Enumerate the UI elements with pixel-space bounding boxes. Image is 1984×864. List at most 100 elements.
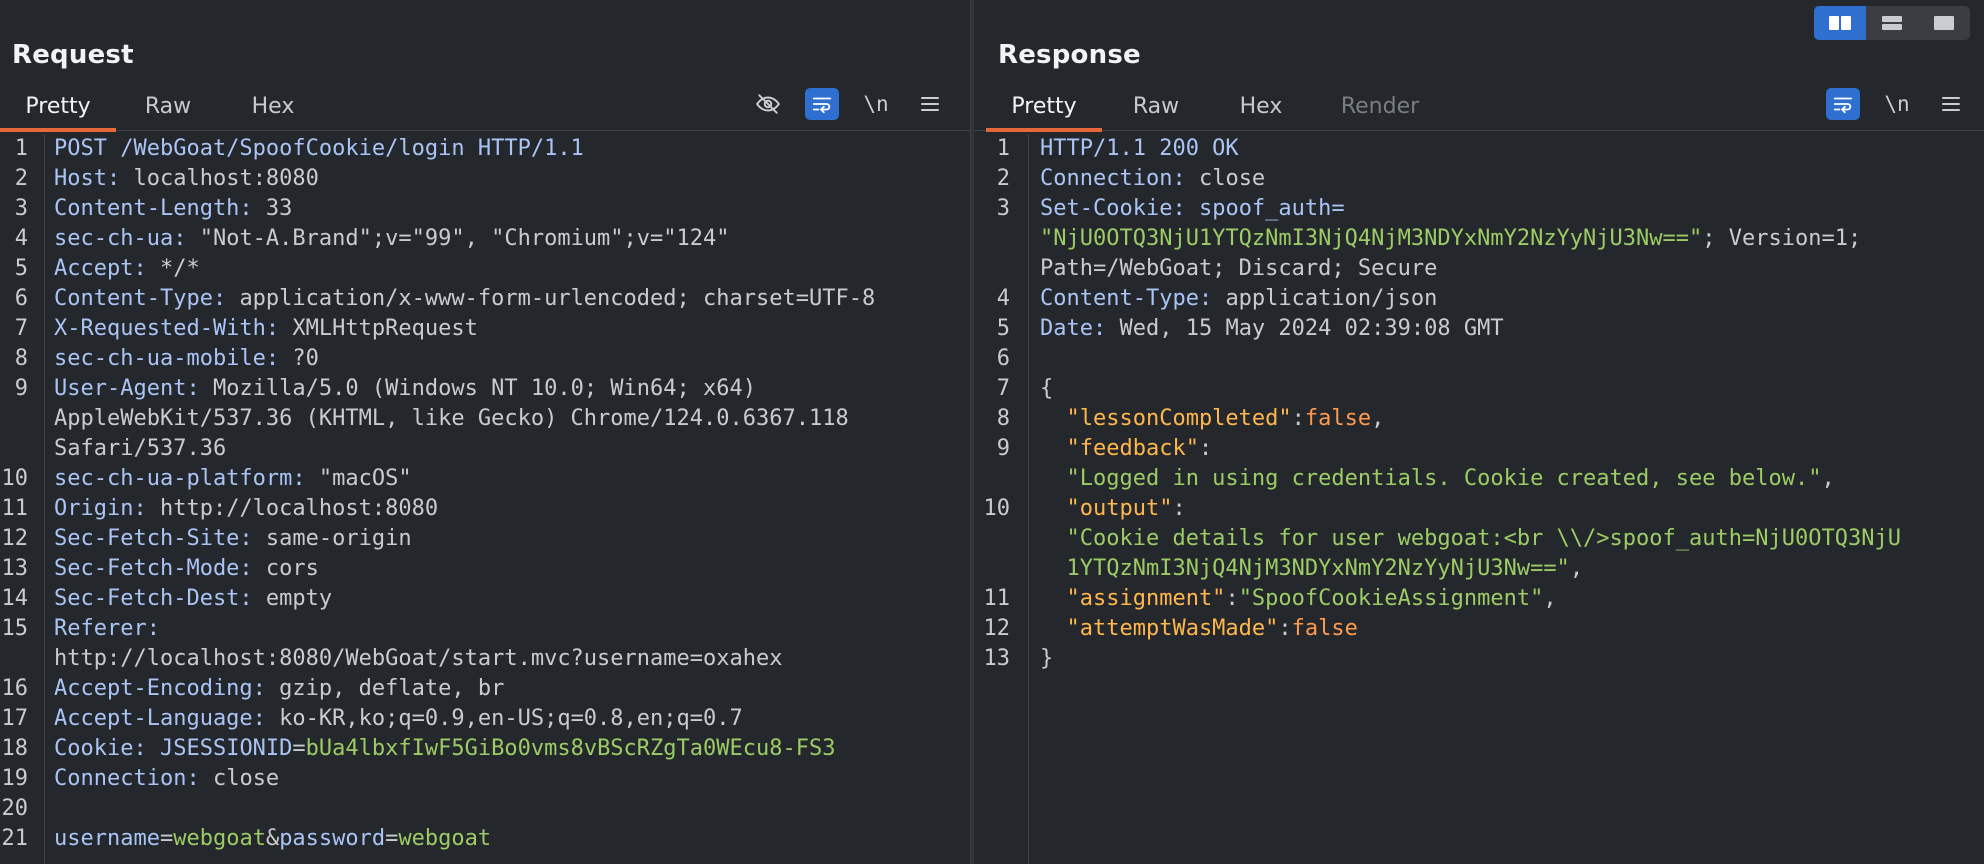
split-horizontal-icon[interactable] xyxy=(1814,6,1866,40)
line-number: 14 xyxy=(1,586,29,611)
code-token: http://localhost:8080/WebGoat/start.mvc?… xyxy=(54,646,783,671)
code-text: Safari/537.36 xyxy=(54,434,226,464)
code-token: Host: xyxy=(54,166,134,191)
request-tab-raw[interactable]: Raw xyxy=(132,92,204,128)
code-token: Cookie: xyxy=(54,736,160,761)
code-token: Sec-Fetch-Mode: xyxy=(54,556,266,581)
code-text: "NjU0OTQ3NjU1YTQzNmI3NjQ4NjM3NDYxNmY2NzY… xyxy=(1040,224,1861,254)
code-text: Accept: */* xyxy=(54,254,200,284)
line-number: 4 xyxy=(14,226,28,251)
code-token: "lessonCompleted" xyxy=(1040,406,1292,431)
code-token: : xyxy=(1198,436,1213,461)
code-text: Set-Cookie: spoof_auth= xyxy=(1040,194,1345,224)
code-text: Connection: close xyxy=(54,764,279,794)
code-token: = xyxy=(385,826,399,851)
code-token: } xyxy=(1040,646,1054,671)
code-token: Connection: xyxy=(1040,166,1199,191)
code-text: Sec-Fetch-Mode: cors xyxy=(54,554,319,584)
code-token: { xyxy=(1040,376,1054,401)
line-number: 8 xyxy=(14,346,28,371)
line-number: 2 xyxy=(14,166,28,191)
code-token: "output" xyxy=(1040,496,1173,521)
code-text: Origin: http://localhost:8080 xyxy=(54,494,438,524)
code-token: 1YTQzNmI3NjQ4NjM3NDYxNmY2NzYyNjU3Nw==" xyxy=(1040,556,1570,581)
code-token: Content-Type: xyxy=(54,286,240,311)
code-token: "NjU0OTQ3NjU1YTQzNmI3NjQ4NjM3NDYxNmY2NzY… xyxy=(1040,226,1703,251)
code-token: : xyxy=(1172,496,1186,521)
code-token: application/json xyxy=(1225,286,1438,311)
newline-toggle[interactable]: \n xyxy=(1880,88,1914,120)
eye-slash-icon[interactable] xyxy=(751,88,785,120)
line-number: 5 xyxy=(996,316,1010,341)
code-token: Safari/537.36 xyxy=(54,436,227,461)
code-token: , xyxy=(1821,466,1835,491)
code-text: Cookie: JSESSIONID=bUa4lbxfIwF5GiBo0vms8… xyxy=(54,734,835,764)
code-token: = xyxy=(292,736,306,761)
response-tab-raw[interactable]: Raw xyxy=(1120,92,1192,128)
code-token: : xyxy=(1225,586,1239,611)
code-text: sec-ch-ua-platform: "macOS" xyxy=(54,464,412,494)
code-token: "Logged in using credentials. Cookie cre… xyxy=(1040,466,1822,491)
line-number: 15 xyxy=(1,616,29,641)
line-number: 8 xyxy=(996,406,1010,431)
code-text: http://localhost:8080/WebGoat/start.mvc?… xyxy=(54,644,782,674)
request-title: Request xyxy=(12,40,134,70)
hamburger-menu-icon[interactable] xyxy=(1934,88,1968,120)
response-tab-hex[interactable]: Hex xyxy=(1220,92,1302,128)
response-editor[interactable]: 1 HTTP/1.1 200 OK 2 Connection: close 3 Set-C… xyxy=(974,134,1984,864)
code-token: Accept: xyxy=(54,256,160,281)
code-token: Sec-Fetch-Site: xyxy=(54,526,266,551)
line-number: 6 xyxy=(14,286,28,311)
request-tab-pretty[interactable]: Pretty xyxy=(0,92,116,132)
code-token: sec-ch-ua-mobile: xyxy=(54,346,293,371)
wrap-lines-icon[interactable] xyxy=(805,88,839,120)
code-text: POST /WebGoat/SpoofCookie/login HTTP/1.1 xyxy=(54,134,584,164)
code-text: "feedback": xyxy=(1040,434,1212,464)
code-text: Date: Wed, 15 May 2024 02:39:08 GMT xyxy=(1040,314,1504,344)
code-text: "Logged in using credentials. Cookie cre… xyxy=(1040,464,1835,494)
hamburger-menu-icon[interactable] xyxy=(913,88,947,120)
line-number: 3 xyxy=(996,196,1010,221)
newline-toggle[interactable]: \n xyxy=(859,88,893,120)
code-token: bUa4lbxfIwF5GiBo0vms8vBScRZgTa0WEcu8-FS3 xyxy=(305,736,836,761)
code-text: "Cookie details for user webgoat:<br \\/… xyxy=(1040,524,1900,554)
line-number: 21 xyxy=(1,826,29,851)
split-vertical-icon[interactable] xyxy=(1866,6,1918,40)
code-token: http://localhost:8080 xyxy=(159,496,439,521)
code-text: 1YTQzNmI3NjQ4NjM3NDYxNmY2NzYyNjU3Nw==", xyxy=(1040,554,1583,584)
code-token: : xyxy=(1278,616,1292,641)
request-tab-hex[interactable]: Hex xyxy=(232,92,314,128)
line-number: 12 xyxy=(1,526,29,551)
code-token: AppleWebKit/537.36 (KHTML, like Gecko) C… xyxy=(54,406,849,431)
line-number: 6 xyxy=(996,346,1010,371)
code-token: ko-KR,ko;q=0.9,en-US;q=0.8,en;q=0.7 xyxy=(279,706,743,731)
code-token: Set-Cookie: xyxy=(1040,196,1199,221)
code-token: sec-ch-ua: xyxy=(54,226,200,251)
single-pane-icon[interactable] xyxy=(1918,6,1970,40)
code-text: sec-ch-ua: "Not-A.Brand";v="99", "Chromi… xyxy=(54,224,730,254)
code-text: } xyxy=(1040,644,1053,674)
line-number: 12 xyxy=(983,616,1011,641)
code-token: webgoat xyxy=(173,826,266,851)
code-text: HTTP/1.1 200 OK xyxy=(1040,134,1239,164)
code-token: same-origin xyxy=(265,526,412,551)
code-token: gzip, deflate, br xyxy=(279,676,505,701)
response-tab-pretty[interactable]: Pretty xyxy=(986,92,1102,132)
code-token: false xyxy=(1304,406,1372,431)
code-text: { xyxy=(1040,374,1053,404)
line-number: 9 xyxy=(996,436,1010,461)
line-number: 19 xyxy=(1,766,29,791)
code-token: HTTP/1.1 200 OK xyxy=(1040,136,1239,161)
response-tab-render[interactable]: Render xyxy=(1330,92,1430,128)
code-token: cors xyxy=(265,556,319,581)
code-token: empty xyxy=(265,586,333,611)
request-editor[interactable]: 1 POST /WebGoat/SpoofCookie/login HTTP/1.… xyxy=(0,134,970,864)
code-token: spoof_auth= xyxy=(1198,196,1345,221)
wrap-lines-icon[interactable] xyxy=(1826,88,1860,120)
code-text: User-Agent: Mozilla/5.0 (Windows NT 10.0… xyxy=(54,374,756,404)
line-number: 3 xyxy=(14,196,28,221)
code-token: , xyxy=(1543,586,1557,611)
response-title: Response xyxy=(998,40,1141,70)
code-token: password xyxy=(279,826,386,851)
line-number: 20 xyxy=(1,796,29,821)
